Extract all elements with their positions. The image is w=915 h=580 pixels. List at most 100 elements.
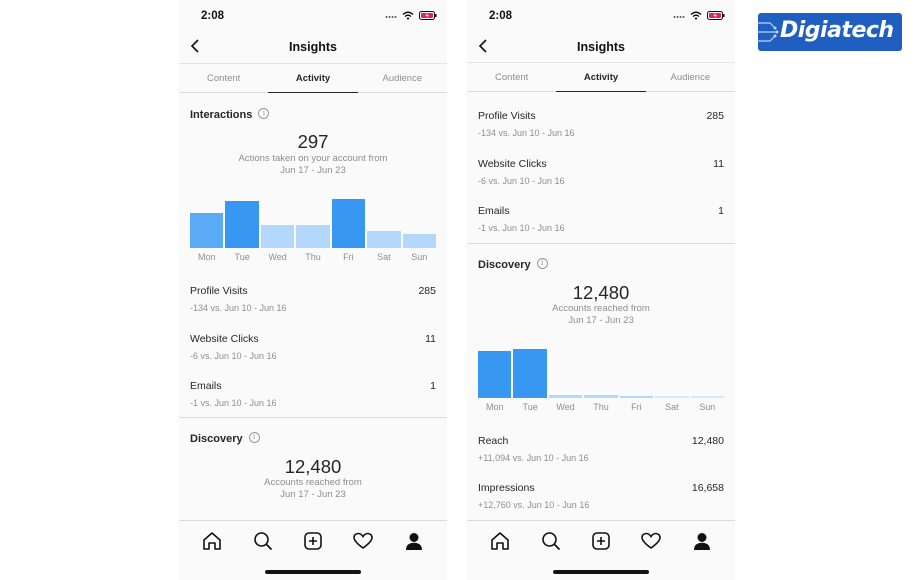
day-label-sun: Sun bbox=[411, 252, 428, 262]
metric-website-clicks[interactable]: Website Clicks 11 -6 vs. Jun 10 - Jun 16 bbox=[190, 333, 436, 369]
day-label-mon: Mon bbox=[197, 252, 216, 262]
tab-content[interactable]: Content bbox=[179, 64, 268, 92]
home-indicator[interactable] bbox=[553, 570, 649, 574]
discovery-title: Discovery bbox=[190, 433, 243, 445]
tab-activity[interactable]: Activity bbox=[268, 64, 358, 93]
heart-icon[interactable] bbox=[352, 530, 374, 552]
insights-tabs: Content Activity Audience bbox=[179, 63, 447, 93]
interactions-title: Interactions bbox=[190, 109, 253, 121]
bar-mon bbox=[190, 213, 224, 248]
interactions-bar-chart: Mon Tue Wed Thu Fri Sat Sun bbox=[190, 188, 436, 268]
nav-header: Insights bbox=[467, 32, 735, 62]
bars-row bbox=[478, 338, 724, 398]
metric-profile-visits[interactable]: Profile Visits 285 -134 vs. Jun 10 - Jun… bbox=[478, 110, 724, 146]
search-icon[interactable] bbox=[540, 530, 562, 552]
metric-comparison: -6 vs. Jun 10 - Jun 16 bbox=[478, 176, 565, 186]
status-time: 2:08 bbox=[489, 10, 513, 22]
day-label-wed: Wed bbox=[268, 252, 287, 262]
metric-impressions[interactable]: Impressions 16,658 +12,760 vs. Jun 10 - … bbox=[478, 482, 724, 518]
metric-label: Profile Visits bbox=[190, 285, 248, 297]
metric-label: Impressions bbox=[478, 482, 535, 494]
day-label-fri: Fri bbox=[631, 402, 642, 412]
bar-thu bbox=[584, 395, 618, 398]
page-title: Insights bbox=[577, 40, 625, 54]
day-label-fri: Fri bbox=[343, 252, 354, 262]
bar-tue bbox=[225, 201, 259, 248]
circuit-lines-icon bbox=[758, 22, 779, 42]
metric-value: 285 bbox=[706, 110, 724, 122]
day-label-mon: Mon bbox=[485, 402, 504, 412]
bottom-nav bbox=[179, 520, 447, 580]
bars-row bbox=[190, 188, 436, 248]
info-icon[interactable]: i bbox=[248, 432, 260, 444]
signal-icon bbox=[385, 15, 397, 18]
profile-icon[interactable] bbox=[403, 530, 425, 552]
metric-value: 12,480 bbox=[691, 435, 724, 447]
add-post-icon[interactable] bbox=[590, 530, 612, 552]
discovery-heading: Discovery i bbox=[478, 255, 548, 273]
metric-label: Profile Visits bbox=[478, 110, 536, 122]
search-icon[interactable] bbox=[252, 530, 274, 552]
tab-activity[interactable]: Activity bbox=[556, 63, 646, 92]
bar-fri bbox=[331, 199, 366, 248]
tab-content[interactable]: Content bbox=[467, 63, 556, 91]
status-icons bbox=[385, 11, 437, 20]
battery-icon bbox=[707, 11, 725, 20]
bar-wed bbox=[260, 225, 295, 248]
nav-header: Insights bbox=[179, 32, 447, 62]
bar-tue bbox=[513, 349, 547, 398]
info-icon[interactable]: i bbox=[258, 108, 270, 120]
metric-comparison: -134 vs. Jun 10 - Jun 16 bbox=[478, 128, 575, 138]
metric-comparison: -134 vs. Jun 10 - Jun 16 bbox=[190, 303, 287, 313]
metric-website-clicks[interactable]: Website Clicks 11 -6 vs. Jun 10 - Jun 16 bbox=[478, 158, 724, 194]
battery-icon bbox=[419, 11, 437, 20]
status-bar: 2:08 bbox=[467, 0, 735, 32]
bar-mon bbox=[478, 351, 512, 398]
tab-audience[interactable]: Audience bbox=[358, 64, 447, 92]
home-icon[interactable] bbox=[201, 530, 223, 552]
nav-icons bbox=[467, 530, 735, 552]
status-bar: 2:08 bbox=[179, 0, 447, 32]
add-post-icon[interactable] bbox=[302, 530, 324, 552]
interactions-heading: Interactions i bbox=[190, 105, 270, 123]
profile-icon[interactable] bbox=[691, 530, 713, 552]
home-icon[interactable] bbox=[489, 530, 511, 552]
logo-text: Digiatech bbox=[780, 18, 894, 43]
day-label-tue: Tue bbox=[522, 402, 538, 412]
bar-sun bbox=[690, 396, 724, 398]
bar-sat bbox=[655, 396, 689, 398]
discovery-title: Discovery bbox=[478, 259, 531, 271]
metric-emails[interactable]: Emails 1 -1 vs. Jun 10 - Jun 16 bbox=[478, 205, 724, 241]
phone-screen-right: 2:08 Insights Content Activity Audience … bbox=[467, 0, 735, 580]
page-title: Insights bbox=[289, 40, 337, 54]
bottom-nav bbox=[467, 520, 735, 580]
info-icon[interactable]: i bbox=[536, 258, 548, 270]
discovery-date-range: Jun 17 - Jun 23 bbox=[568, 315, 634, 326]
metric-reach[interactable]: Reach 12,480 +11,094 vs. Jun 10 - Jun 16 bbox=[478, 435, 724, 471]
bar-sat bbox=[367, 231, 401, 248]
section-divider bbox=[467, 243, 735, 244]
interactions-description: Actions taken on your account from bbox=[238, 153, 388, 164]
metric-comparison: -6 vs. Jun 10 - Jun 16 bbox=[190, 351, 277, 361]
day-label-wed: Wed bbox=[556, 402, 575, 412]
metric-value: 11 bbox=[425, 333, 436, 345]
metric-label: Website Clicks bbox=[190, 333, 259, 345]
metric-comparison: -1 vs. Jun 10 - Jun 16 bbox=[478, 223, 565, 233]
day-label-sat: Sat bbox=[665, 402, 679, 412]
metric-profile-visits[interactable]: Profile Visits 285 -134 vs. Jun 10 - Jun… bbox=[190, 285, 436, 321]
metric-label: Reach bbox=[478, 435, 509, 447]
wifi-icon bbox=[402, 11, 414, 20]
metric-emails[interactable]: Emails 1 -1 vs. Jun 10 - Jun 16 bbox=[190, 380, 436, 416]
wifi-icon bbox=[690, 11, 702, 20]
bar-wed bbox=[548, 395, 583, 398]
discovery-description: Accounts reached from bbox=[264, 477, 362, 488]
tab-audience[interactable]: Audience bbox=[646, 63, 735, 91]
metric-value: 1 bbox=[430, 380, 436, 392]
discovery-heading: Discovery i bbox=[190, 429, 260, 447]
section-divider bbox=[179, 417, 447, 418]
interactions-count: 297 bbox=[297, 131, 329, 152]
discovery-description: Accounts reached from bbox=[552, 303, 650, 314]
bar-fri bbox=[619, 396, 654, 398]
home-indicator[interactable] bbox=[265, 570, 361, 574]
heart-icon[interactable] bbox=[640, 530, 662, 552]
